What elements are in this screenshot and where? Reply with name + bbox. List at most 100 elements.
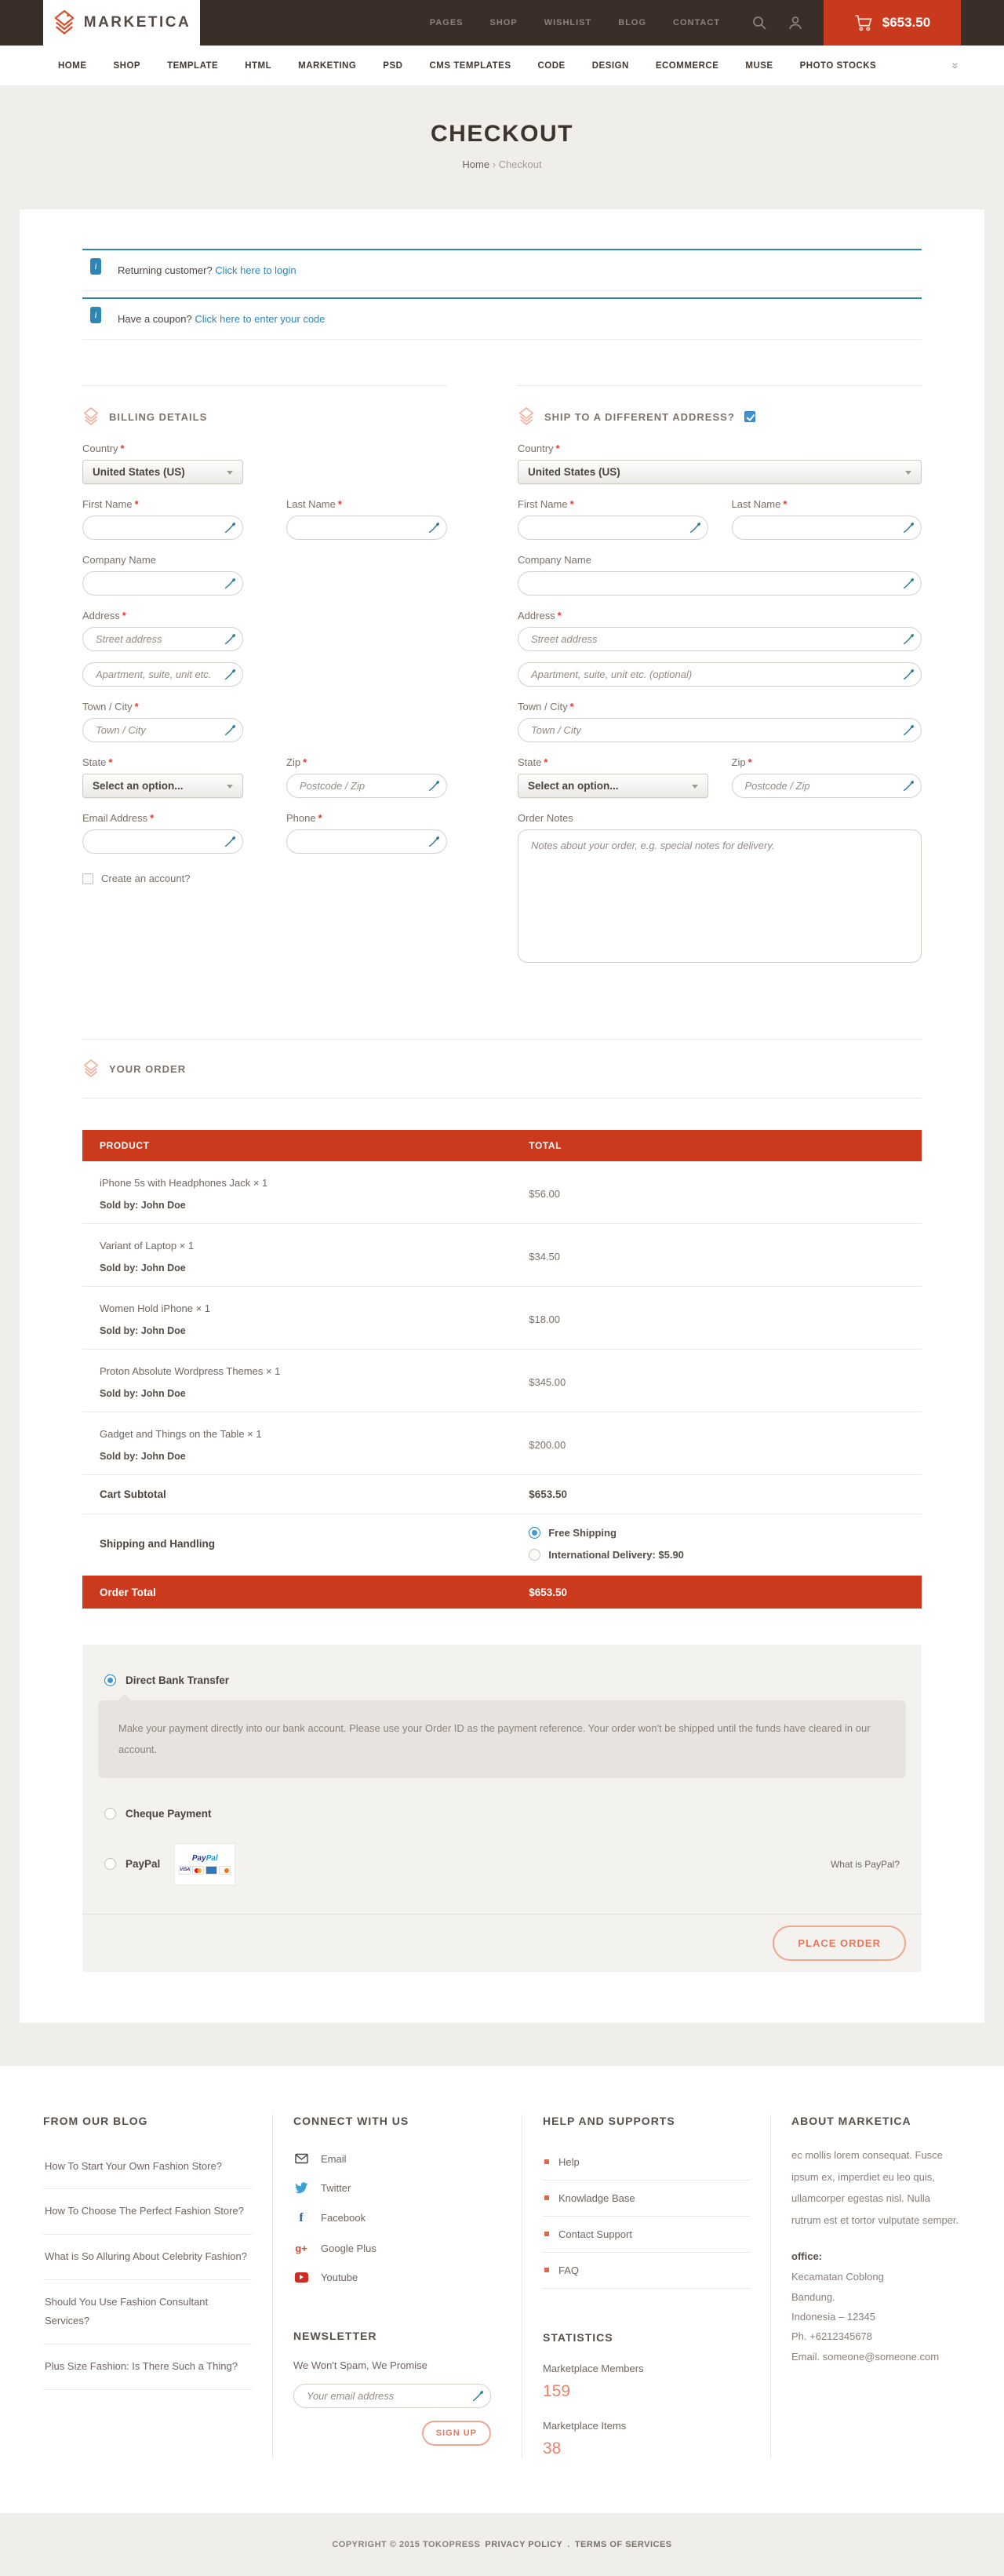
billing-town-input[interactable] <box>82 718 243 742</box>
coupon-link[interactable]: Click here to enter your code <box>195 313 325 325</box>
radio-icon[interactable] <box>529 1527 540 1539</box>
billing-email-input[interactable] <box>82 829 243 854</box>
category-nav-item[interactable]: SHOP <box>114 61 141 71</box>
shipping-company-label: Company Name <box>518 554 922 566</box>
radio-icon[interactable] <box>529 1549 540 1561</box>
billing-details-title: BILLING DETAILS <box>109 411 207 423</box>
category-nav-item[interactable]: ECOMMERCE <box>656 61 719 71</box>
billing-street-input[interactable] <box>82 627 243 651</box>
category-nav-item[interactable]: CMS TEMPLATES <box>429 61 511 71</box>
search-icon[interactable] <box>751 15 767 31</box>
billing-country-select[interactable]: United States (US) <box>82 460 243 484</box>
help-link[interactable]: FAQ <box>543 2253 750 2289</box>
your-order-section: YOUR ORDER PRODUCT TOTAL iPhone 5s with … <box>82 1039 922 1972</box>
help-link[interactable]: Contact Support <box>543 2217 750 2253</box>
payment-paypal-row[interactable]: PayPal PayPal VISA What is PayPal? <box>82 1843 922 1886</box>
social-link-google-plus[interactable]: g+ Google Plus <box>293 2234 501 2263</box>
newsletter-signup-button[interactable]: SIGN UP <box>422 2421 491 2446</box>
what-is-paypal-link[interactable]: What is PayPal? <box>831 1859 900 1870</box>
top-nav-item[interactable]: WISHLIST <box>544 18 592 27</box>
payment-paypal-radio[interactable] <box>104 1858 116 1870</box>
shipping-first-name-input[interactable] <box>518 516 708 540</box>
marketplace-members-value: 159 <box>543 2382 750 2401</box>
social-link-twitter[interactable]: Twitter <box>293 2173 501 2203</box>
category-nav-item[interactable]: MARKETING <box>298 61 356 71</box>
category-nav-item[interactable]: HOME <box>58 61 87 71</box>
billing-address-label: Address* <box>82 610 447 621</box>
payment-cheque-radio[interactable] <box>104 1808 116 1820</box>
shipping-street-input[interactable] <box>518 627 922 651</box>
social-link-youtube[interactable]: Youtube <box>293 2263 501 2292</box>
category-nav-item[interactable]: CODE <box>538 61 566 71</box>
shipping-option[interactable]: Free Shipping <box>529 1527 922 1539</box>
order-notes-textarea[interactable] <box>518 829 922 963</box>
privacy-policy-link[interactable]: PRIVACY POLICY <box>485 2540 562 2549</box>
payment-bank-description: Make your payment directly into our bank… <box>98 1700 906 1778</box>
place-order-button[interactable]: PLACE ORDER <box>773 1926 906 1961</box>
billing-email-label: Email Address* <box>82 812 243 824</box>
category-nav-item[interactable]: MUSE <box>745 61 773 71</box>
accepted-cards-image: PayPal VISA <box>174 1843 235 1886</box>
shipping-first-name-label: First Name* <box>518 498 708 510</box>
social-link-facebook[interactable]: f Facebook <box>293 2203 501 2234</box>
billing-company-input[interactable] <box>82 571 243 596</box>
user-icon[interactable] <box>788 15 803 31</box>
billing-apartment-input[interactable] <box>82 662 243 687</box>
terms-link[interactable]: TERMS OF SERVICES <box>575 2540 672 2549</box>
column-product: PRODUCT <box>82 1140 529 1151</box>
shipping-last-name-input[interactable] <box>732 516 922 540</box>
shipping-option[interactable]: International Delivery: $5.90 <box>529 1549 922 1561</box>
blog-post-link[interactable]: How To Start Your Own Fashion Store? <box>43 2144 252 2190</box>
top-nav-item[interactable]: PAGES <box>430 18 464 27</box>
payment-bank-row[interactable]: Direct Bank Transfer <box>82 1674 922 1686</box>
billing-first-name-input[interactable] <box>82 516 243 540</box>
breadcrumb-home[interactable]: Home <box>462 158 489 170</box>
payment-cheque-row[interactable]: Cheque Payment <box>82 1808 922 1820</box>
category-nav-item[interactable]: PSD <box>383 61 402 71</box>
top-nav-item[interactable]: SHOP <box>490 18 518 27</box>
top-nav-item[interactable]: CONTACT <box>673 18 720 27</box>
more-categories-icon[interactable]: » <box>948 62 962 68</box>
footer-connect-title: CONNECT WITH US <box>293 2115 501 2127</box>
create-account-checkbox[interactable] <box>82 873 93 884</box>
login-link[interactable]: Click here to login <box>215 264 296 276</box>
shipping-company-input[interactable] <box>518 571 922 596</box>
help-link[interactable]: Help <box>543 2144 750 2181</box>
breadcrumb-current: Checkout <box>499 158 542 170</box>
shipping-town-input[interactable] <box>518 718 922 742</box>
category-nav-item[interactable]: DESIGN <box>592 61 629 71</box>
blog-post-link[interactable]: What is So Alluring About Celebrity Fash… <box>43 2235 252 2280</box>
billing-phone-input[interactable] <box>286 829 447 854</box>
create-account-option[interactable]: Create an account? <box>82 873 447 884</box>
category-nav-item[interactable]: PHOTO STOCKS <box>800 61 877 71</box>
shipping-state-select[interactable]: Select an option... <box>518 774 708 798</box>
help-link[interactable]: Knowladge Base <box>543 2181 750 2217</box>
order-notes-label: Order Notes <box>518 812 922 824</box>
social-link-email[interactable]: Email <box>293 2144 501 2173</box>
newsletter-title: NEWSLETTER <box>293 2330 501 2342</box>
order-table-header: PRODUCT TOTAL <box>82 1130 922 1161</box>
newsletter-email-input[interactable] <box>293 2384 491 2408</box>
shipping-country-select[interactable]: United States (US) <box>518 460 922 484</box>
product-sold-by: Sold by: John Doe <box>82 1388 529 1399</box>
ship-different-address-checkbox[interactable] <box>744 411 755 422</box>
billing-last-name-input[interactable] <box>286 516 447 540</box>
breadcrumb: Home › Checkout <box>0 158 1004 170</box>
copyright-text: COPYRIGHT © 2015 TOKOPRESS <box>332 2540 480 2549</box>
billing-zip-input[interactable] <box>286 774 447 798</box>
billing-state-select[interactable]: Select an option... <box>82 774 243 798</box>
logo[interactable]: MARKETICA <box>43 0 200 46</box>
top-nav-item[interactable]: BLOG <box>618 18 646 27</box>
category-nav-item[interactable]: TEMPLATE <box>167 61 218 71</box>
cart-icon <box>854 15 873 31</box>
shipping-zip-input[interactable] <box>732 774 922 798</box>
footer-about-title: ABOUT MARKETICA <box>791 2115 961 2127</box>
payment-bank-radio[interactable] <box>104 1674 116 1686</box>
blog-post-link[interactable]: Should You Use Fashion Consultant Servic… <box>43 2280 252 2345</box>
cart-button[interactable]: $653.50 <box>824 0 961 46</box>
address-line: Ph. +6212345678 <box>791 2326 961 2346</box>
category-nav-item[interactable]: HTML <box>245 61 271 71</box>
shipping-apartment-input[interactable] <box>518 662 922 687</box>
blog-post-link[interactable]: How To Choose The Perfect Fashion Store? <box>43 2189 252 2235</box>
blog-post-link[interactable]: Plus Size Fashion: Is There Such a Thing… <box>43 2345 252 2390</box>
